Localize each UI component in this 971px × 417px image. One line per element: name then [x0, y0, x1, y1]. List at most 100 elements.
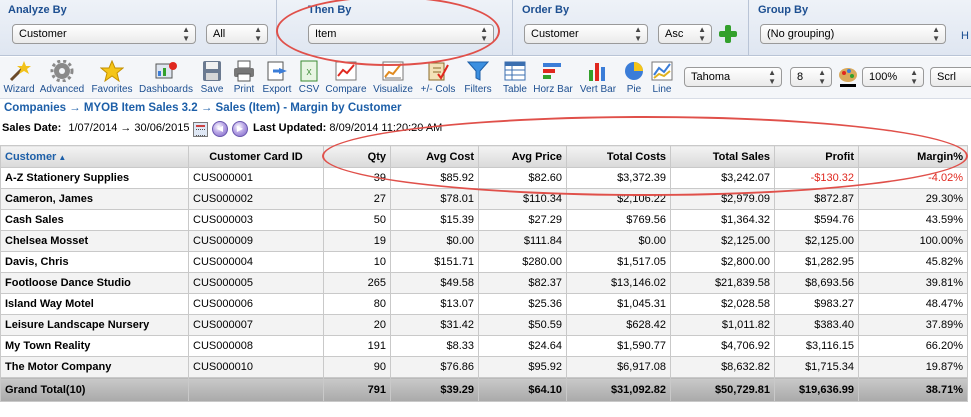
analyze-by-select[interactable]: Customer ▲ ▼ [12, 24, 196, 44]
card-id-cell: CUS000003 [188, 209, 324, 231]
total-sales-cell: $2,979.09 [670, 188, 775, 210]
compare-button[interactable]: Compare [323, 59, 369, 97]
print-label: Print [233, 84, 255, 95]
zoom-select[interactable]: 100% ▲ ▼ [862, 67, 924, 87]
column-header-profit[interactable]: Profit [774, 145, 859, 168]
then-by-label: Then By [308, 4, 352, 16]
horizontal-bar-label: Horz Bar [533, 84, 573, 95]
column-header-avg-cost[interactable]: Avg Cost [390, 145, 479, 168]
wizard-button[interactable]: Wizard [2, 59, 36, 97]
line-chart-button[interactable]: Line [648, 59, 676, 97]
table-row[interactable]: A-Z Stationery Supplies CUS000001 39 $85… [0, 167, 968, 189]
font-size-select[interactable]: 8 ▲ ▼ [790, 67, 832, 87]
last-updated-row: Last Updated: 8/09/2014 11:20:20 AM [253, 122, 442, 138]
select-arrows-icon: ▲ ▼ [910, 68, 918, 86]
favorites-button[interactable]: Favorites [89, 59, 135, 97]
column-header-total-costs[interactable]: Total Costs [566, 145, 671, 168]
dashboards-label: Dashboards [139, 84, 193, 95]
vertical-bar-chart-icon [589, 63, 605, 81]
total-costs-cell: $13,146.02 [566, 272, 671, 294]
analyze-by-scope-select[interactable]: All ▲ ▼ [206, 24, 268, 44]
avg-cost-cell: $76.86 [390, 356, 479, 378]
table-row[interactable]: Davis, Chris CUS000004 10 $151.71 $280.0… [0, 251, 968, 273]
table-row[interactable]: My Town Reality CUS000008 191 $8.33 $24.… [0, 335, 968, 357]
table-row[interactable]: Cash Sales CUS000003 50 $15.39 $27.29 $7… [0, 209, 968, 231]
csv-icon: X [300, 60, 318, 82]
columns-edit-button[interactable]: +/- Cols [417, 59, 459, 97]
dashboards-button[interactable]: Dashboards [137, 59, 195, 97]
group-by-value: (No grouping) [767, 28, 835, 40]
card-id-cell: CUS000008 [188, 335, 324, 357]
select-arrows-icon: ▲ ▼ [768, 68, 776, 86]
avg-price-cell: $95.92 [478, 356, 567, 378]
column-header-customer[interactable]: Customer ▲ [0, 145, 189, 168]
scroll-button[interactable]: Scrl [930, 67, 971, 87]
total-costs-cell: $769.56 [566, 209, 671, 231]
advanced-button[interactable]: Advanced [37, 59, 87, 97]
total-sales-cell: $1,364.32 [670, 209, 775, 231]
order-direction-select[interactable]: Asc ▲ ▼ [658, 24, 712, 44]
card-id-cell: CUS000010 [188, 356, 324, 378]
filters-button[interactable]: Filters [460, 59, 496, 97]
margin-cell: 66.20% [858, 335, 968, 357]
font-family-select[interactable]: Tahoma ▲ ▼ [684, 67, 782, 87]
print-button[interactable]: Print [229, 59, 259, 97]
csv-button[interactable]: X CSV [296, 59, 322, 97]
column-header-card-id[interactable]: Customer Card ID [188, 145, 324, 168]
qty-cell: 19 [323, 230, 391, 252]
card-id-cell: CUS000006 [188, 293, 324, 315]
palette-icon[interactable] [838, 66, 858, 88]
vertical-bar-button[interactable]: Vert Bar [577, 59, 619, 97]
qty-cell: 27 [323, 188, 391, 210]
group-by-select[interactable]: (No grouping) ▲ ▼ [760, 24, 946, 44]
calendar-icon[interactable] [193, 122, 208, 137]
previous-period-icon[interactable]: ◀ [212, 121, 228, 137]
overflow-help-link[interactable]: H [961, 30, 969, 42]
customer-cell: Footloose Dance Studio [0, 272, 189, 294]
profit-cell: $983.27 [774, 293, 859, 315]
grand-total-avg-cost: $39.29 [390, 377, 479, 402]
table-row[interactable]: Island Way Motel CUS000006 80 $13.07 $25… [0, 293, 968, 315]
profit-cell: $8,693.56 [774, 272, 859, 294]
analyze-by-label: Analyze By [8, 4, 67, 16]
column-header-margin[interactable]: Margin% [858, 145, 968, 168]
column-header-qty[interactable]: Qty [323, 145, 391, 168]
save-button[interactable]: Save [197, 59, 227, 97]
next-period-icon[interactable]: ▶ [232, 121, 248, 137]
horizontal-bar-button[interactable]: Horz Bar [531, 59, 575, 97]
table-row[interactable]: The Motor Company CUS000010 90 $76.86 $9… [0, 356, 968, 378]
table-row[interactable]: Cameron, James CUS000002 27 $78.01 $110.… [0, 188, 968, 210]
column-header-total-sales[interactable]: Total Sales [670, 145, 775, 168]
scroll-label: Scrl [937, 71, 956, 83]
avg-cost-cell: $13.07 [390, 293, 479, 315]
margin-cell: 39.81% [858, 272, 968, 294]
table-row[interactable]: Chelsea Mosset CUS000009 19 $0.00 $111.8… [0, 230, 968, 252]
table-view-button[interactable]: Table [500, 59, 530, 97]
breadcrumb[interactable]: Companies → MYOB Item Sales 3.2 → Sales … [4, 102, 402, 114]
vertical-bar-label: Vert Bar [579, 84, 617, 95]
margin-cell: 48.47% [858, 293, 968, 315]
export-button[interactable]: Export [260, 59, 294, 97]
table-body: A-Z Stationery Supplies CUS000001 39 $85… [0, 167, 968, 402]
customer-cell: Davis, Chris [0, 251, 189, 273]
margin-cell: 45.82% [858, 251, 968, 273]
table-row[interactable]: Leisure Landscape Nursery CUS000007 20 $… [0, 314, 968, 336]
avg-price-cell: $24.64 [478, 335, 567, 357]
card-id-cell: CUS000002 [188, 188, 324, 210]
column-header-avg-price[interactable]: Avg Price [478, 145, 567, 168]
order-by-select[interactable]: Customer ▲ ▼ [524, 24, 648, 44]
order-by-label: Order By [522, 4, 570, 16]
table-row[interactable]: Footloose Dance Studio CUS000005 265 $49… [0, 272, 968, 294]
avg-price-cell: $111.84 [478, 230, 567, 252]
then-by-select[interactable]: Item ▲ ▼ [308, 24, 494, 44]
total-costs-cell: $0.00 [566, 230, 671, 252]
profit-cell: $872.87 [774, 188, 859, 210]
add-order-plus-icon[interactable] [718, 24, 738, 44]
compare-chart-icon [335, 61, 357, 81]
divider [748, 0, 749, 56]
visualize-button[interactable]: Visualize [371, 59, 415, 97]
total-sales-cell: $2,028.58 [670, 293, 775, 315]
pie-chart-button[interactable]: Pie [621, 59, 647, 97]
total-sales-cell: $1,011.82 [670, 314, 775, 336]
grand-total-total-sales: $50,729.81 [670, 377, 775, 402]
